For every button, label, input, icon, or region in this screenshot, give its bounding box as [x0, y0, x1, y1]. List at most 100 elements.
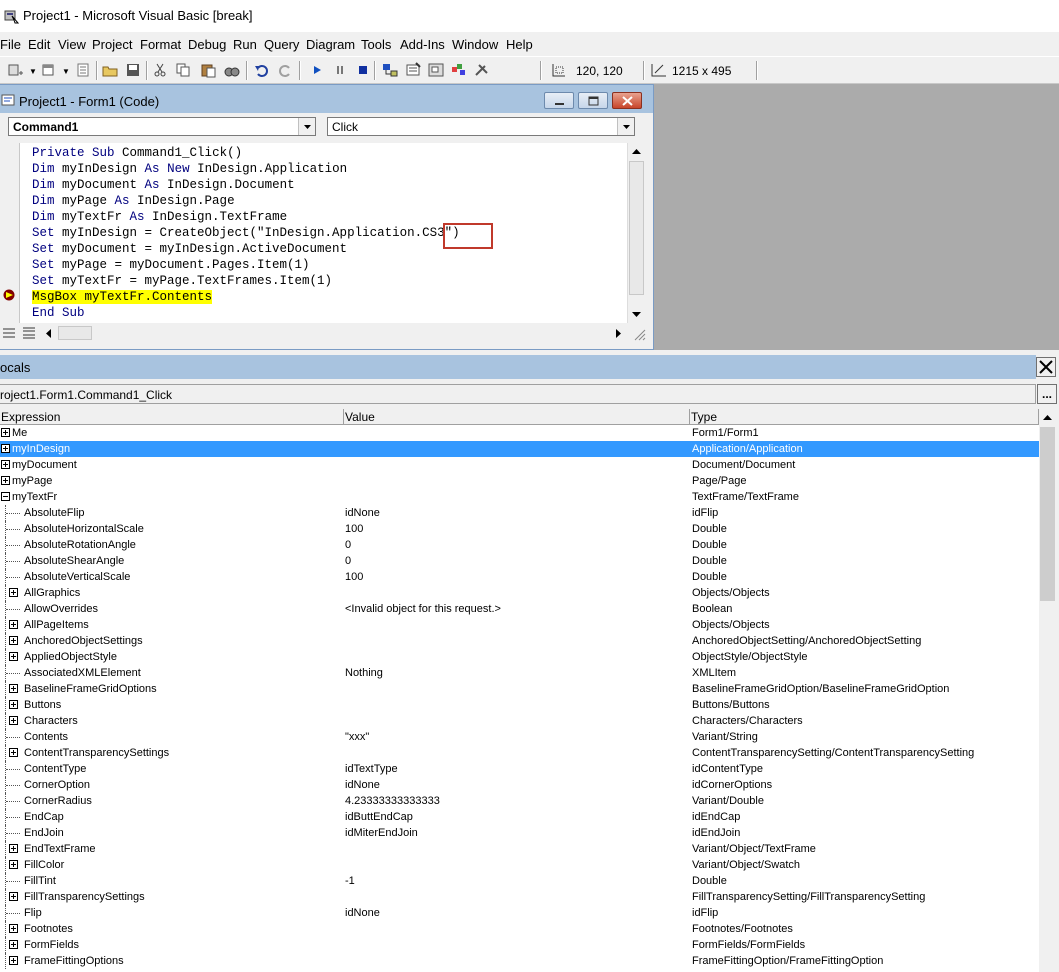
expand-plus-icon[interactable]: [9, 588, 18, 597]
locals-row[interactable]: AllPageItems Objects/Objects: [0, 617, 1039, 633]
expand-plus-icon[interactable]: [9, 636, 18, 645]
locals-row[interactable]: ContentType idTextType idContentType: [0, 761, 1039, 777]
code-line[interactable]: Set myPage = myDocument.Pages.Item(1): [32, 257, 310, 273]
value-cell[interactable]: idNone: [345, 505, 380, 521]
expression-cell[interactable]: myDocument: [12, 457, 77, 473]
value-cell[interactable]: idNone: [345, 777, 380, 793]
column-header-type[interactable]: Type: [690, 409, 1039, 425]
expand-plus-icon[interactable]: [9, 892, 18, 901]
collapse-minus-icon[interactable]: [1, 492, 10, 501]
toolbox-icon[interactable]: [473, 62, 491, 78]
expand-plus-icon[interactable]: [9, 844, 18, 853]
paste-icon[interactable]: [199, 62, 217, 78]
locals-row[interactable]: FillTint -1 Double: [0, 873, 1039, 889]
expand-plus-icon[interactable]: [9, 860, 18, 869]
object-combo[interactable]: Command1: [8, 117, 316, 136]
menu-tools[interactable]: Tools: [361, 37, 391, 52]
menu-run[interactable]: Run: [233, 37, 257, 52]
procedure-view-icon[interactable]: [0, 325, 20, 342]
scrollbar-thumb[interactable]: [629, 161, 644, 295]
value-cell[interactable]: Nothing: [345, 665, 383, 681]
chevron-down-icon[interactable]: [298, 118, 315, 135]
value-cell[interactable]: 100: [345, 521, 363, 537]
locals-row[interactable]: CornerOption idNone idCornerOptions: [0, 777, 1039, 793]
cut-icon[interactable]: [151, 62, 169, 78]
menu-debug[interactable]: Debug: [188, 37, 226, 52]
expression-cell[interactable]: AppliedObjectStyle: [24, 649, 117, 665]
full-module-view-icon[interactable]: [20, 325, 40, 342]
value-cell[interactable]: 100: [345, 569, 363, 585]
expand-plus-icon[interactable]: [9, 620, 18, 629]
expand-plus-icon[interactable]: [9, 684, 18, 693]
locals-close-button[interactable]: [1036, 357, 1056, 377]
expression-cell[interactable]: Buttons: [24, 697, 61, 713]
expression-cell[interactable]: myInDesign: [12, 441, 70, 457]
code-line-current[interactable]: MsgBox myTextFr.Contents: [32, 289, 213, 305]
menu-view[interactable]: View: [58, 37, 86, 52]
scroll-right-icon[interactable]: [610, 325, 627, 342]
code-line[interactable]: Set myDocument = myInDesign.ActiveDocume…: [32, 241, 347, 257]
project-explorer-icon[interactable]: [381, 62, 399, 78]
locals-row[interactable]: myDocument Document/Document: [0, 457, 1039, 473]
expression-cell[interactable]: Contents: [24, 729, 68, 745]
value-cell[interactable]: idNone: [345, 905, 380, 921]
menu-diagram[interactable]: Diagram: [306, 37, 355, 52]
code-line[interactable]: Dim myDocument As InDesign.Document: [32, 177, 295, 193]
expand-plus-icon[interactable]: [1, 476, 10, 485]
column-header-expression[interactable]: Expression: [0, 409, 344, 425]
save-icon[interactable]: [124, 62, 142, 78]
locals-row[interactable]: AbsoluteFlip idNone idFlip: [0, 505, 1039, 521]
expand-plus-icon[interactable]: [1, 460, 10, 469]
locals-row[interactable]: FormFields FormFields/FormFields: [0, 937, 1039, 953]
code-line[interactable]: Dim myInDesign As New InDesign.Applicati…: [32, 161, 347, 177]
dropdown-arrow-icon[interactable]: ▼: [62, 67, 70, 76]
locals-row[interactable]: EndJoin idMiterEndJoin idEndJoin: [0, 825, 1039, 841]
locals-row[interactable]: Buttons Buttons/Buttons: [0, 697, 1039, 713]
object-browser-icon[interactable]: [450, 62, 468, 78]
menu-edit[interactable]: Edit: [28, 37, 50, 52]
value-cell[interactable]: 0: [345, 537, 351, 553]
expression-cell[interactable]: Flip: [24, 905, 42, 921]
add-project-icon[interactable]: [6, 62, 24, 78]
locals-vertical-scrollbar[interactable]: [1039, 409, 1056, 972]
expression-cell[interactable]: ContentType: [24, 761, 86, 777]
code-horizontal-scrollbar[interactable]: [40, 325, 627, 342]
locals-row[interactable]: myPage Page/Page: [0, 473, 1039, 489]
value-cell[interactable]: idMiterEndJoin: [345, 825, 418, 841]
locals-row[interactable]: BaselineFrameGridOptions BaselineFrameGri…: [0, 681, 1039, 697]
expression-cell[interactable]: FillTransparencySettings: [24, 889, 145, 905]
expand-plus-icon[interactable]: [9, 748, 18, 757]
code-line[interactable]: Dim myPage As InDesign.Page: [32, 193, 235, 209]
locals-row[interactable]: EndTextFrame Variant/Object/TextFrame: [0, 841, 1039, 857]
value-cell[interactable]: <Invalid object for this request.>: [345, 601, 501, 617]
chevron-down-icon[interactable]: [617, 118, 634, 135]
break-icon[interactable]: [331, 62, 349, 78]
locals-row[interactable]: Contents "xxx" Variant/String: [0, 729, 1039, 745]
scroll-up-icon[interactable]: [628, 143, 645, 160]
code-line[interactable]: Private Sub Command1_Click(): [32, 145, 242, 161]
stop-icon[interactable]: [354, 62, 372, 78]
expression-cell[interactable]: myTextFr: [12, 489, 57, 505]
menu-add-ins[interactable]: Add-Ins: [400, 37, 445, 52]
locals-row[interactable]: AbsoluteShearAngle 0 Double: [0, 553, 1039, 569]
expression-cell[interactable]: FillColor: [24, 857, 64, 873]
vb-app-icon[interactable]: [3, 8, 19, 24]
locals-row[interactable]: AbsoluteHorizontalScale 100 Double: [0, 521, 1039, 537]
expression-cell[interactable]: AllowOverrides: [24, 601, 98, 617]
expression-cell[interactable]: EndCap: [24, 809, 64, 825]
locals-titlebar[interactable]: ocals: [0, 355, 1036, 379]
expression-cell[interactable]: Me: [12, 425, 27, 441]
expression-cell[interactable]: myPage: [12, 473, 52, 489]
expression-cell[interactable]: EndJoin: [24, 825, 64, 841]
locals-row[interactable]: AbsoluteRotationAngle 0 Double: [0, 537, 1039, 553]
scrollbar-thumb[interactable]: [1040, 427, 1055, 601]
scroll-down-icon[interactable]: [628, 306, 645, 323]
dropdown-arrow-icon[interactable]: ▼: [29, 67, 37, 76]
value-cell[interactable]: 0: [345, 553, 351, 569]
value-cell[interactable]: -1: [345, 873, 355, 889]
expression-cell[interactable]: ContentTransparencySettings: [24, 745, 169, 761]
expression-cell[interactable]: AbsoluteRotationAngle: [24, 537, 136, 553]
code-line[interactable]: Set myInDesign = CreateObject("InDesign.…: [32, 225, 460, 241]
locals-row[interactable]: Footnotes Footnotes/Footnotes: [0, 921, 1039, 937]
expand-plus-icon[interactable]: [9, 716, 18, 725]
